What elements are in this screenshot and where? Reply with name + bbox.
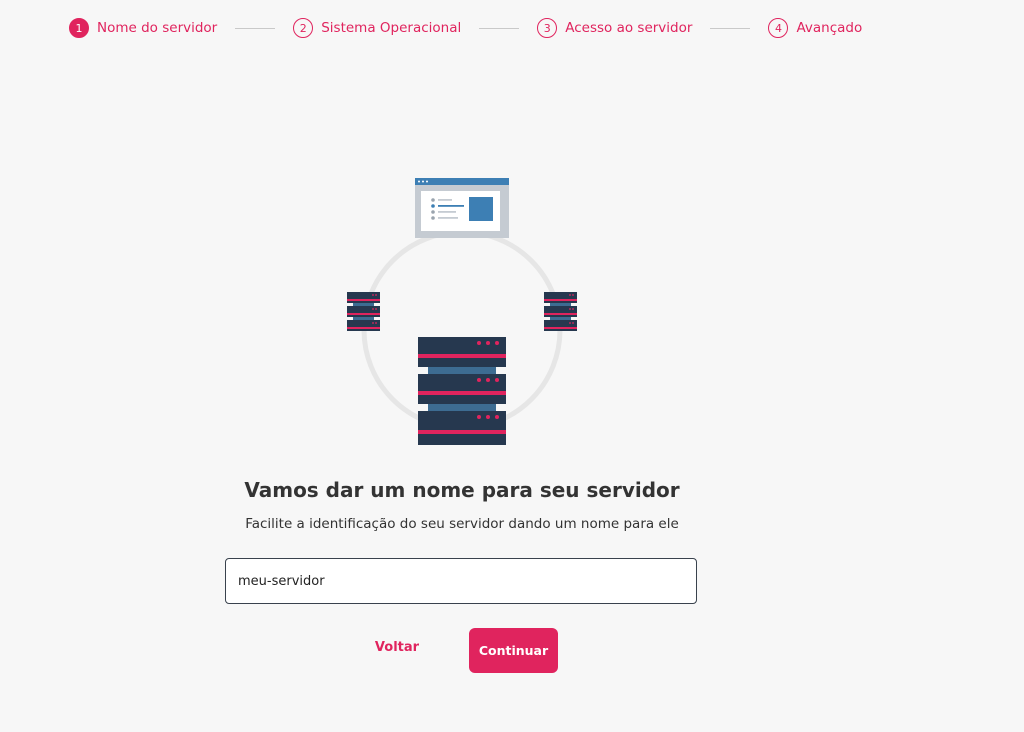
step-label: Nome do servidor bbox=[97, 20, 218, 36]
step-operating-system[interactable]: 2 Sistema Operacional bbox=[293, 18, 461, 38]
step-number: 4 bbox=[768, 18, 789, 38]
step-server-access[interactable]: 3 Acesso ao servidor bbox=[537, 18, 692, 38]
step-connector bbox=[235, 27, 276, 29]
step-number: 2 bbox=[293, 18, 314, 38]
small-server-left-icon bbox=[347, 292, 380, 331]
browser-window-icon bbox=[415, 178, 509, 238]
page-title: Vamos dar um nome para seu servidor bbox=[244, 478, 680, 502]
step-connector bbox=[479, 27, 520, 29]
step-server-name[interactable]: 1 Nome do servidor bbox=[69, 18, 217, 38]
continue-button[interactable]: Continuar bbox=[469, 628, 558, 673]
step-label: Acesso ao servidor bbox=[565, 20, 693, 36]
stepper: 1 Nome do servidor 2 Sistema Operacional… bbox=[69, 18, 862, 38]
step-number: 1 bbox=[69, 18, 89, 38]
step-label: Sistema Operacional bbox=[321, 20, 462, 36]
step-number: 3 bbox=[537, 18, 558, 38]
server-network-illustration bbox=[347, 178, 577, 445]
back-button[interactable]: Voltar bbox=[362, 640, 432, 655]
step-connector bbox=[710, 27, 751, 29]
page-subtitle: Facilite a identificação do seu servidor… bbox=[245, 516, 679, 532]
step-advanced[interactable]: 4 Avançado bbox=[768, 18, 862, 38]
main-server-icon bbox=[418, 337, 506, 445]
step-label: Avançado bbox=[796, 20, 863, 36]
server-illustration bbox=[340, 175, 585, 450]
server-name-input[interactable] bbox=[225, 558, 697, 604]
small-server-right-icon bbox=[544, 292, 577, 331]
